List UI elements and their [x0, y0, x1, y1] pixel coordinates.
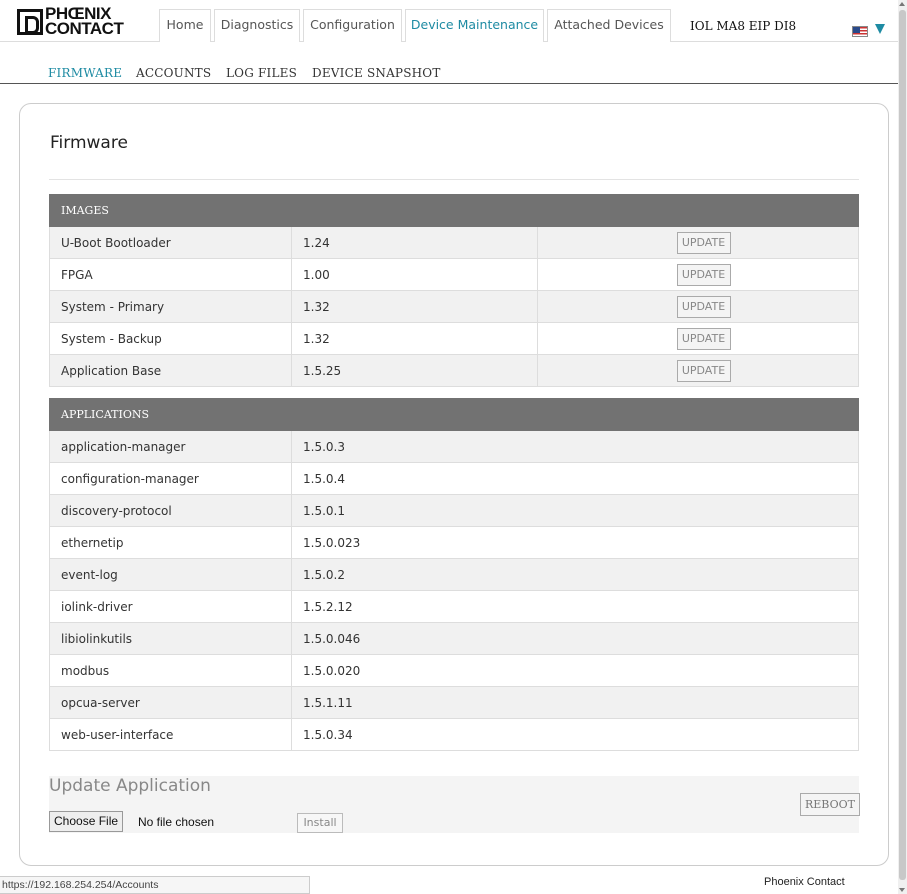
choose-file-button[interactable]: Choose File: [49, 811, 124, 832]
subnav-device-snapshot[interactable]: DEVICE SNAPSHOT: [312, 66, 441, 80]
table-row: libiolinkutils 1.5.0.046: [49, 622, 859, 655]
app-name: discovery-protocol: [49, 494, 292, 527]
app-version: 1.5.0.023: [291, 526, 859, 559]
us-flag-icon[interactable]: [852, 26, 868, 37]
app-version: 1.5.0.34: [291, 718, 859, 751]
app-version: 1.5.0.4: [291, 462, 859, 495]
table-row: iolink-driver 1.5.2.12: [49, 590, 859, 623]
image-version: 1.00: [291, 258, 538, 291]
images-header: IMAGES: [49, 194, 859, 227]
app-version: 1.5.0.1: [291, 494, 859, 527]
subnav-log-files[interactable]: LOG FILES: [226, 66, 297, 80]
scrollbar[interactable]: [898, 0, 907, 894]
table-row: web-user-interface 1.5.0.34: [49, 718, 859, 751]
image-name: Application Base: [49, 354, 292, 387]
image-version: 1.24: [291, 226, 538, 259]
image-name: System - Primary: [49, 290, 292, 323]
subnav-firmware[interactable]: FIRMWARE: [48, 66, 122, 80]
subnav-accounts[interactable]: ACCOUNTS: [136, 66, 211, 80]
table-row: System - Backup 1.32 UPDATE: [49, 322, 859, 355]
app-name: event-log: [49, 558, 292, 591]
app-version: 1.5.0.046: [291, 622, 859, 655]
table-row: modbus 1.5.0.020: [49, 654, 859, 687]
app-name: libiolinkutils: [49, 622, 292, 655]
top-nav-bar: PHŒNIX CONTACT Home Diagnostics Configur…: [0, 0, 898, 42]
image-name: U-Boot Bootloader: [49, 226, 292, 259]
table-row: System - Primary 1.32 UPDATE: [49, 290, 859, 323]
applications-table: APPLICATIONS application-manager 1.5.0.3…: [49, 398, 859, 751]
app-version: 1.5.1.11: [291, 686, 859, 719]
table-row: Application Base 1.5.25 UPDATE: [49, 354, 859, 387]
table-row: event-log 1.5.0.2: [49, 558, 859, 591]
status-url: https://192.168.254.254/Accounts: [0, 876, 310, 894]
title-divider: [49, 179, 859, 180]
app-name: configuration-manager: [49, 462, 292, 495]
sub-nav: FIRMWARE ACCOUNTS LOG FILES DEVICE SNAPS…: [0, 62, 898, 84]
table-header-row: APPLICATIONS: [49, 398, 859, 431]
update-button[interactable]: UPDATE: [676, 263, 731, 286]
image-action-cell: UPDATE: [537, 354, 859, 387]
app-name: opcua-server: [49, 686, 292, 719]
images-table: IMAGES U-Boot Bootloader 1.24 UPDATE FPG…: [49, 194, 859, 387]
logo-line-2: CONTACT: [45, 19, 124, 38]
image-action-cell: UPDATE: [537, 322, 859, 355]
footer-brand: Phoenix Contact: [764, 876, 845, 888]
page-title: Firmware: [50, 133, 128, 153]
image-name: FPGA: [49, 258, 292, 291]
image-action-cell: UPDATE: [537, 258, 859, 291]
applications-header: APPLICATIONS: [49, 398, 859, 431]
image-action-cell: UPDATE: [537, 226, 859, 259]
table-row: U-Boot Bootloader 1.24 UPDATE: [49, 226, 859, 259]
reboot-button[interactable]: REBOOT: [800, 793, 860, 816]
app-version: 1.5.0.2: [291, 558, 859, 591]
update-button[interactable]: UPDATE: [676, 327, 731, 350]
table-row: FPGA 1.00 UPDATE: [49, 258, 859, 291]
app-name: ethernetip: [49, 526, 292, 559]
file-status-text: No file chosen: [138, 815, 215, 829]
table-row: application-manager 1.5.0.3: [49, 430, 859, 463]
update-button[interactable]: UPDATE: [676, 231, 731, 254]
device-name: IOL MA8 EIP DI8: [690, 19, 797, 33]
app-version: 1.5.2.12: [291, 590, 859, 623]
tab-device-maintenance[interactable]: Device Maintenance: [405, 9, 544, 42]
tab-home[interactable]: Home: [159, 9, 211, 42]
image-version: 1.32: [291, 290, 538, 323]
tab-diagnostics[interactable]: Diagnostics: [214, 9, 300, 42]
logo-text: PHŒNIX CONTACT: [45, 5, 124, 38]
install-button[interactable]: Install: [297, 813, 343, 833]
image-name: System - Backup: [49, 322, 292, 355]
update-application-panel: Update Application Choose File No file c…: [49, 776, 860, 833]
phoenix-contact-logo[interactable]: PHŒNIX CONTACT: [17, 5, 151, 40]
table-row: opcua-server 1.5.1.11: [49, 686, 859, 719]
app-name: application-manager: [49, 430, 292, 463]
tab-configuration[interactable]: Configuration: [303, 9, 402, 42]
logo-mark-icon: [17, 9, 43, 35]
app-version: 1.5.0.020: [291, 654, 859, 687]
table-row: configuration-manager 1.5.0.4: [49, 462, 859, 495]
image-version: 1.32: [291, 322, 538, 355]
image-action-cell: UPDATE: [537, 290, 859, 323]
app-name: modbus: [49, 654, 292, 687]
update-button[interactable]: UPDATE: [676, 295, 731, 318]
image-version: 1.5.25: [291, 354, 538, 387]
scroll-down-icon[interactable]: [899, 888, 905, 892]
table-row: discovery-protocol 1.5.0.1: [49, 494, 859, 527]
update-button[interactable]: UPDATE: [676, 359, 731, 382]
table-row: ethernetip 1.5.0.023: [49, 526, 859, 559]
app-name: web-user-interface: [49, 718, 292, 751]
app-version: 1.5.0.3: [291, 430, 859, 463]
update-application-title: Update Application: [49, 776, 211, 796]
chevron-down-icon[interactable]: [875, 24, 885, 34]
app-name: iolink-driver: [49, 590, 292, 623]
scroll-up-icon[interactable]: [899, 2, 905, 6]
table-header-row: IMAGES: [49, 194, 859, 227]
tab-attached-devices[interactable]: Attached Devices: [547, 9, 671, 42]
scroll-thumb[interactable]: [899, 10, 906, 880]
